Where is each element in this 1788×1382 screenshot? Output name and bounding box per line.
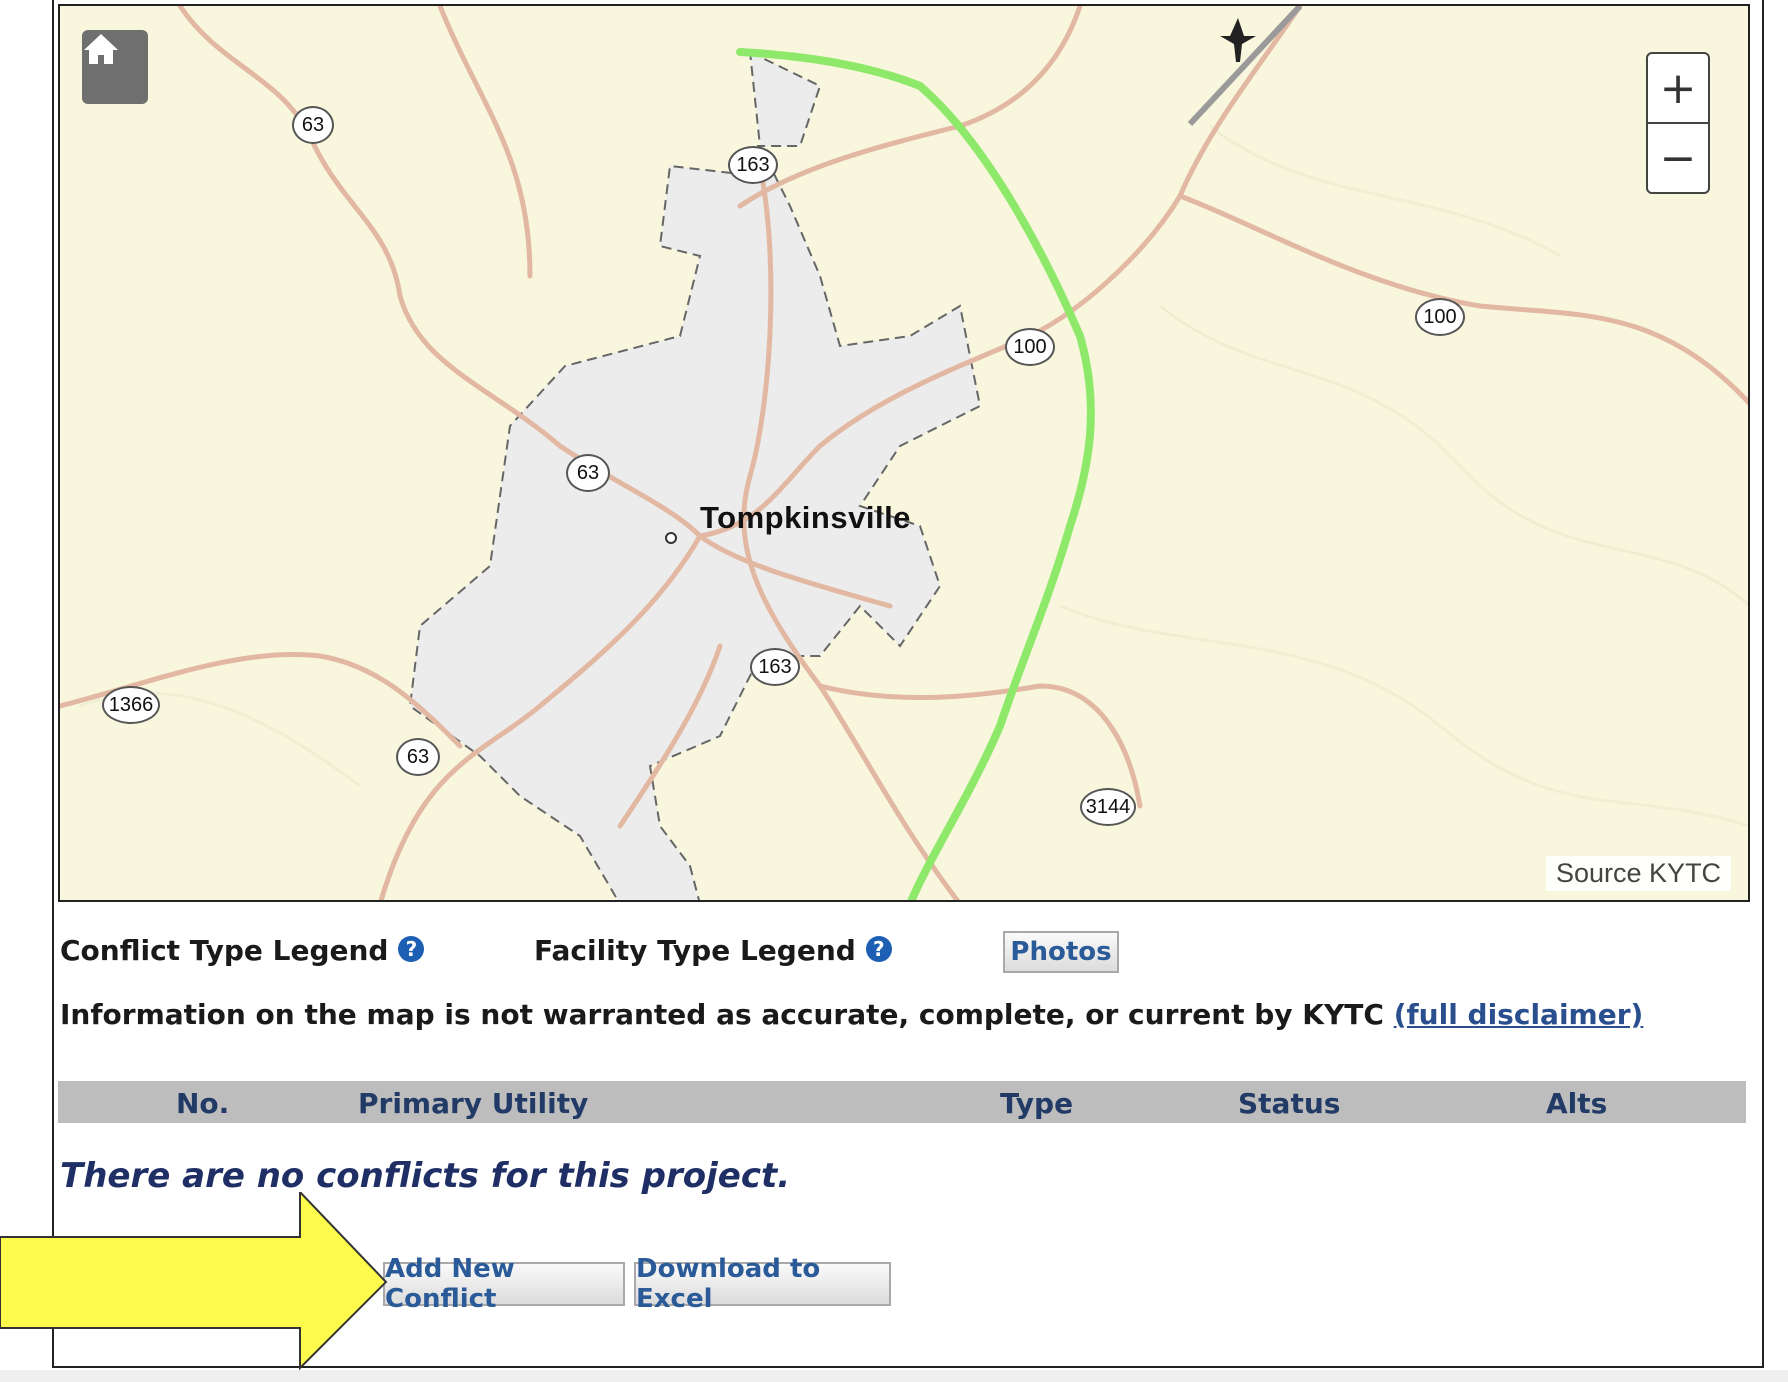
zoom-in-button[interactable]: + xyxy=(1648,54,1708,124)
help-icon[interactable]: ? xyxy=(398,936,425,962)
empty-table-message: There are no conflicts for this project. xyxy=(60,1156,791,1196)
full-disclaimer-link[interactable]: (full disclaimer) xyxy=(1394,998,1644,1031)
conflicts-table-header: No. Primary Utility Type Status Alts xyxy=(58,1081,1746,1123)
map-view[interactable]: 63 163 100 100 63 163 1366 63 3144 Tompk… xyxy=(58,4,1750,902)
route-shield: 100 xyxy=(1005,328,1055,366)
download-to-excel-button[interactable]: Download to Excel xyxy=(634,1254,891,1314)
legend-row: Conflict Type Legend? Facility Type Lege… xyxy=(60,928,1760,978)
zoom-out-button[interactable]: − xyxy=(1648,124,1708,192)
city-point xyxy=(665,532,677,544)
route-shield: 163 xyxy=(750,648,800,686)
route-shield: 63 xyxy=(292,106,334,144)
city-label: Tompkinsville xyxy=(700,500,911,535)
facility-type-legend-label: Facility Type Legend xyxy=(534,934,856,967)
conflict-type-legend[interactable]: Conflict Type Legend? xyxy=(60,934,425,967)
add-new-conflict-button[interactable]: Add New Conflict xyxy=(383,1254,625,1314)
column-header-no[interactable]: No. xyxy=(176,1087,229,1120)
column-header-primary-utility[interactable]: Primary Utility xyxy=(358,1087,588,1120)
conflict-type-legend-label: Conflict Type Legend xyxy=(60,934,389,967)
home-button[interactable] xyxy=(82,30,148,104)
column-header-alts[interactable]: Alts xyxy=(1546,1087,1607,1120)
facility-type-legend[interactable]: Facility Type Legend? xyxy=(534,934,892,967)
route-shield: 1366 xyxy=(102,686,160,724)
help-icon[interactable]: ? xyxy=(865,936,892,962)
yellow-pointer-arrow-icon xyxy=(0,1192,388,1371)
disclaimer: Information on the map is not warranted … xyxy=(60,998,1643,1031)
home-icon xyxy=(84,34,118,64)
route-shield: 100 xyxy=(1415,298,1465,336)
city-boundary xyxy=(408,50,982,900)
route-shield: 163 xyxy=(728,146,778,184)
route-shield: 63 xyxy=(566,454,610,492)
airport-icon xyxy=(1187,6,1303,127)
photos-button[interactable]: Photos xyxy=(1003,931,1119,973)
route-shield: 3144 xyxy=(1080,788,1136,826)
column-header-type[interactable]: Type xyxy=(1000,1087,1073,1120)
zoom-control: + − xyxy=(1646,52,1710,194)
column-header-status[interactable]: Status xyxy=(1238,1087,1340,1120)
route-shield: 63 xyxy=(396,738,440,776)
disclaimer-text: Information on the map is not warranted … xyxy=(60,998,1384,1031)
map-source-label: Source KYTC xyxy=(1546,856,1732,891)
